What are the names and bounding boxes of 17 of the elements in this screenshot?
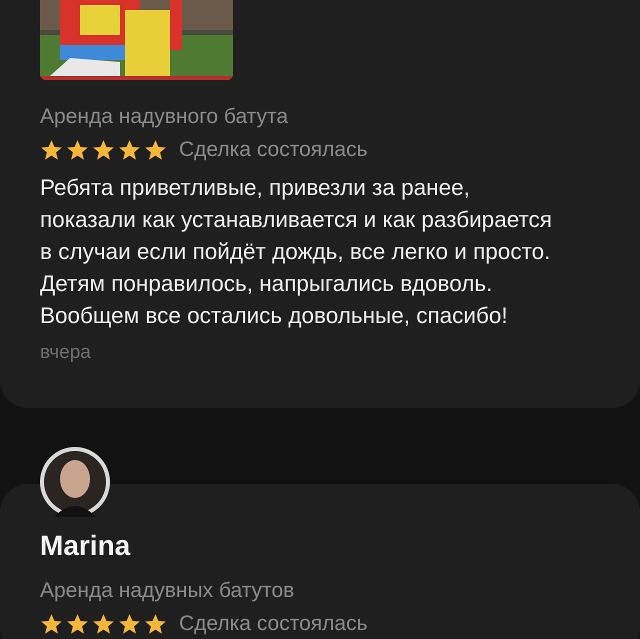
service-title: Аренда надувных батутов <box>40 578 296 604</box>
star-icon <box>144 138 167 162</box>
star-icon <box>92 138 115 162</box>
deal-status: Сделка состоялась <box>179 611 368 637</box>
deal-status: Сделка состоялась <box>179 137 368 163</box>
star-icon <box>40 612 63 636</box>
star-icon <box>118 138 141 162</box>
star-icon <box>92 612 115 636</box>
author-name: Marina <box>40 529 132 563</box>
star-icon <box>40 138 63 162</box>
star-icon <box>66 138 89 162</box>
review-text: Ребята приветливые, привезли за ранее, показали как устанавливается и как разбирается в случаи если пойдёт дождь, все легко и просто. Детям понравилось, напрыгались вдоволь. Вообщем все остались довольные, спасибо! <box>40 174 553 330</box>
star-icon <box>144 612 167 636</box>
review-date: вчера <box>40 341 92 365</box>
star-icon <box>66 612 89 636</box>
star-icon <box>118 612 141 636</box>
service-title: Аренда надувного батута <box>40 104 290 130</box>
